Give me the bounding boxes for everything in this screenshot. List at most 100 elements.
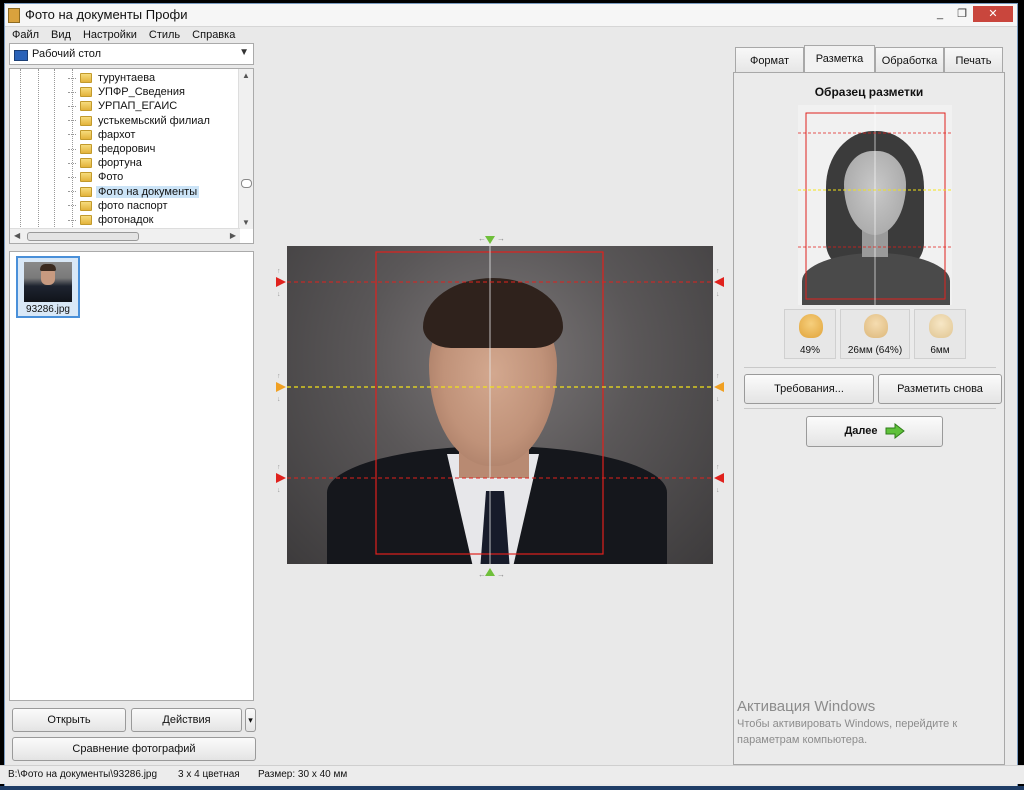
eye-distance-metric: 6мм (914, 309, 966, 359)
markup-sample-title: Образец разметки (814, 85, 924, 99)
activation-watermark-line: Чтобы активировать Windows, перейдите к (737, 718, 958, 730)
folder-icon (80, 129, 92, 140)
face-height-value: 26мм (64%) (847, 345, 903, 356)
menu-style[interactable]: Стиль (149, 26, 180, 44)
menu-help[interactable]: Справка (192, 26, 235, 44)
folder-label: турунтаева (98, 72, 156, 84)
folder-icon (80, 172, 92, 183)
folder-label: фотонадок (98, 214, 154, 226)
face-height-icon (864, 314, 888, 338)
folder-label: Фото (98, 171, 124, 184)
folder-icon (80, 87, 92, 98)
tree-folder-item[interactable]: УРПАП_ЕГАИС (68, 99, 179, 113)
folder-icon (80, 200, 92, 211)
tree-folder-item[interactable]: фото паспорт (68, 199, 170, 213)
status-file-path: В:\Фото на документы\93286.jpg (8, 769, 158, 780)
scroll-up-arrow-icon[interactable]: ▲ (242, 71, 250, 80)
scroll-thumb[interactable] (27, 232, 139, 241)
menu-file[interactable]: Файл (12, 26, 39, 44)
scroll-down-arrow-icon[interactable]: ▼ (242, 218, 250, 227)
tab-markup[interactable]: Разметка (804, 45, 875, 74)
maximize-button[interactable]: ❐ (951, 6, 973, 22)
thumbnail-image (24, 262, 72, 302)
menu-bar: Файл Вид Настройки Стиль Справка (5, 26, 1017, 44)
tree-vertical-scrollbar[interactable]: ▲ ▼ (238, 69, 253, 229)
tree-folder-item[interactable]: Фото на документы (68, 185, 200, 199)
remark-again-button[interactable]: Разметить снова (878, 374, 1002, 404)
arrow-right-icon (885, 423, 905, 440)
markup-metrics: 49% 26мм (64%) 6мм (784, 309, 966, 359)
scroll-right-arrow-icon[interactable]: ▶ (230, 231, 236, 240)
scroll-left-arrow-icon[interactable]: ◀ (14, 231, 20, 240)
tree-folder-item[interactable]: федорович (68, 142, 157, 156)
tree-horizontal-scrollbar[interactable]: ◀ ▶ (10, 228, 240, 243)
head-size-icon (799, 314, 823, 338)
chevron-down-icon[interactable]: ▼ (239, 47, 249, 58)
folder-tree: турунтаева УПФР_Сведения УРПАП_ЕГАИС устьке… (9, 68, 254, 244)
close-button[interactable]: ✕ (973, 6, 1013, 22)
divider (744, 408, 996, 409)
folder-label: фортуна (98, 157, 142, 170)
location-value: Рабочий стол (32, 48, 102, 60)
tree-folder-item[interactable]: Фото (68, 170, 125, 184)
next-button[interactable]: Далее (806, 416, 943, 447)
tree-folder-item[interactable]: турунтаева (68, 71, 157, 85)
markup-sample-image (798, 105, 952, 305)
folder-icon (80, 115, 92, 126)
folder-label: фархот (98, 128, 136, 141)
tree-folder-item[interactable]: фотонадок (68, 213, 156, 227)
folder-icon (80, 144, 92, 154)
eye-distance-icon (929, 314, 953, 338)
scroll-thumb[interactable] (241, 179, 252, 188)
minimize-button[interactable]: _ (929, 6, 951, 22)
taskbar (0, 786, 1024, 790)
actions-button[interactable]: Действия (131, 708, 242, 732)
desktop-icon (14, 50, 28, 61)
status-bar: В:\Фото на документы\93286.jpg 3 x 4 цве… (0, 765, 1024, 784)
eye-distance-value: 6мм (930, 345, 950, 356)
tree-folder-item[interactable]: УПФР_Сведения (68, 85, 187, 99)
tree-guide-line (20, 69, 21, 233)
folder-label: устькемьский филиал (98, 114, 210, 127)
tab-bar: Формат Разметка Обработка Печать (733, 45, 1003, 74)
tree-guide-line (54, 69, 55, 233)
photo-canvas[interactable] (287, 246, 713, 564)
actions-dropdown-button[interactable]: ▾ (245, 708, 256, 732)
folder-icon (80, 101, 92, 112)
head-size-value: 49% (799, 345, 820, 356)
folder-label: УПФР_Сведения (98, 86, 185, 99)
menu-view[interactable]: Вид (51, 26, 71, 44)
compare-photos-button[interactable]: Сравнение фотографий (12, 737, 256, 761)
window-title: Фото на документы Профи (25, 7, 188, 22)
window-controls: _ ❐ ✕ (929, 6, 1013, 22)
folder-icon (80, 215, 92, 225)
tree-folder-item[interactable]: фархот (68, 128, 137, 142)
folder-label: Фото на документы (96, 185, 200, 198)
folder-icon (80, 186, 92, 197)
app-icon (8, 8, 20, 23)
location-combobox[interactable]: Рабочий стол ▼ (9, 43, 254, 65)
status-size: Размер: 30 x 40 мм (258, 769, 348, 780)
tree-guide-line (38, 69, 39, 233)
photo-thumbnail[interactable]: 93286.jpg (16, 256, 80, 318)
thumbnail-list: 93286.jpg (9, 251, 254, 701)
markup-panel: Образец разметки 49% 26мм (64%) 6мм Треб… (733, 72, 1005, 765)
menu-settings[interactable]: Настройки (83, 26, 137, 44)
tree-folder-item[interactable]: устькемьский филиал (68, 114, 212, 128)
tab-processing[interactable]: Обработка (875, 47, 944, 73)
divider (744, 367, 996, 368)
folder-label: УРПАП_ЕГАИС (98, 100, 178, 113)
folder-label: фото паспорт (98, 199, 168, 212)
tab-print[interactable]: Печать (944, 47, 1003, 73)
folder-label: федорович (98, 143, 156, 155)
head-size-metric: 49% (784, 309, 836, 359)
activation-watermark-line: параметрам компьютера. (737, 734, 868, 746)
requirements-button[interactable]: Требования... (744, 374, 874, 404)
tree-folder-item[interactable]: фортуна (68, 156, 144, 170)
tab-format[interactable]: Формат (735, 47, 804, 73)
open-button[interactable]: Открыть (12, 708, 126, 732)
status-format: 3 x 4 цветная (178, 769, 240, 780)
folder-icon (80, 73, 92, 83)
thumbnail-filename: 93286.jpg (26, 304, 70, 315)
title-bar: Фото на документы Профи _ ❐ ✕ (5, 4, 1017, 27)
